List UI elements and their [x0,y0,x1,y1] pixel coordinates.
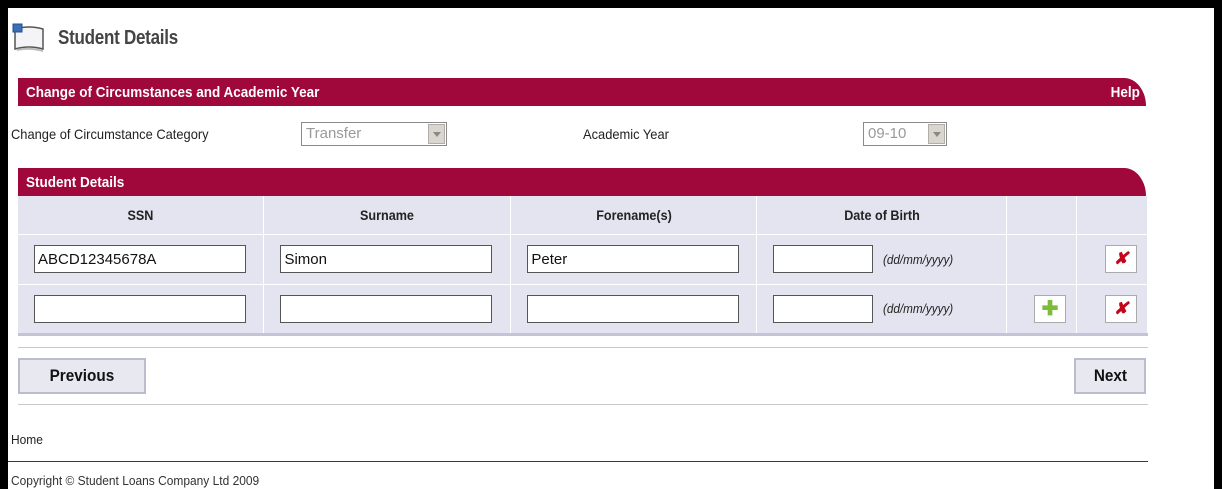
column-header-add [1006,196,1078,235]
page-title: Student Details [58,26,178,49]
student-section-header: Student Details [18,168,1146,196]
footer-divider [8,461,1148,462]
coc-section-title: Change of Circumstances and Academic Yea… [26,83,320,101]
x-icon: ✘ [1113,249,1129,268]
dob-input[interactable] [773,245,874,273]
surname-input[interactable] [280,245,493,273]
ssn-input[interactable] [34,294,246,323]
table-header-row: SSN Surname Forename(s) Date of Birth [18,196,1148,235]
dob-format-hint: (dd/mm/yyyy) [883,301,954,316]
coc-section-header: Change of Circumstances and Academic Yea… [18,78,1146,106]
column-header-surname: Surname [263,196,512,235]
add-cell-empty [1006,234,1078,285]
column-header-ssn: SSN [18,196,265,235]
help-link[interactable]: Help [1111,84,1140,101]
folder-icon [12,23,46,53]
page-frame: Student Details Change of Circumstances … [8,8,1214,489]
student-section-title: Student Details [26,173,125,191]
plus-icon: ✚ [1041,298,1059,320]
column-header-dob: Date of Birth [756,196,1008,235]
dob-input[interactable] [773,294,874,323]
category-label: Change of Circumstance Category [11,126,209,142]
column-header-forename: Forename(s) [510,196,758,235]
dropdown-arrow-icon[interactable] [928,124,945,144]
category-select[interactable]: Transfer [301,122,447,146]
forename-input[interactable] [527,294,740,323]
divider [18,347,1148,348]
divider [18,404,1148,405]
coc-fields-row: Change of Circumstance Category Transfer… [8,118,1148,150]
x-icon: ✘ [1113,298,1129,318]
previous-button[interactable]: Previous [18,358,146,394]
page-header: Student Details [12,20,199,56]
home-link[interactable]: Home [11,432,43,447]
next-button[interactable]: Next [1074,358,1146,394]
table-row: (dd/mm/yyyy) ✘ [18,234,1148,285]
academic-year-select-value: 09-10 [868,125,907,142]
forename-input[interactable] [527,245,740,273]
category-select-value: Transfer [306,125,362,142]
academic-year-select[interactable]: 09-10 [863,122,947,146]
copyright-text: Copyright © Student Loans Company Ltd 20… [11,473,260,488]
student-table: SSN Surname Forename(s) Date of Birth (d… [18,196,1148,336]
delete-row-button[interactable]: ✘ [1105,245,1137,273]
dob-format-hint: (dd/mm/yyyy) [883,251,954,267]
dropdown-arrow-icon[interactable] [428,124,445,144]
ssn-input[interactable] [34,245,246,273]
table-row: (dd/mm/yyyy) ✚ ✘ [18,284,1148,336]
column-header-delete [1076,196,1148,235]
surname-input[interactable] [280,294,493,323]
academic-year-label: Academic Year [583,126,669,142]
delete-row-button[interactable]: ✘ [1105,294,1137,323]
add-row-button[interactable]: ✚ [1034,294,1067,323]
